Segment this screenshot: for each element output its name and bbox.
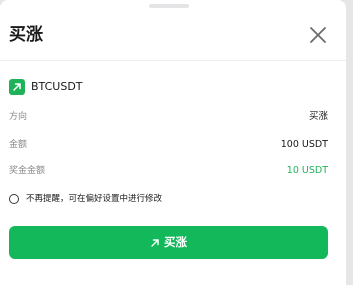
close-icon [310,27,326,43]
order-confirm-sheet: 买涨 BTCUSDT 方向 买涨 金额 100 USDT 奖金金额 10 USD… [0,0,346,285]
dont-remind-label: 不再提醒，可在偏好设置中进行修改 [26,194,163,204]
dont-remind-radio[interactable] [9,194,19,204]
close-button[interactable] [307,24,329,46]
detail-label: 奖金金额 [9,166,46,176]
drag-handle[interactable] [149,4,189,8]
confirm-button-label: 买涨 [164,235,187,249]
detail-label: 金额 [9,140,28,150]
detail-value: 买涨 [308,111,328,122]
detail-label: 方向 [9,112,28,122]
header-divider [0,60,346,61]
instrument-row: BTCUSDT [9,79,83,95]
detail-row-bonus: 奖金金额 10 USDT [9,164,328,178]
detail-value: 100 USDT [280,139,328,150]
arrow-up-right-icon [9,79,25,95]
arrow-up-right-icon [151,238,159,247]
sheet-title: 买涨 [9,25,43,45]
detail-row-amount: 金额 100 USDT [9,138,328,152]
instrument-symbol: BTCUSDT [31,80,83,93]
detail-row-direction: 方向 买涨 [9,110,328,124]
dont-remind-option[interactable]: 不再提醒，可在偏好设置中进行修改 [9,192,162,206]
detail-value: 10 USDT [286,165,328,176]
confirm-buy-up-button[interactable]: 买涨 [9,226,328,259]
